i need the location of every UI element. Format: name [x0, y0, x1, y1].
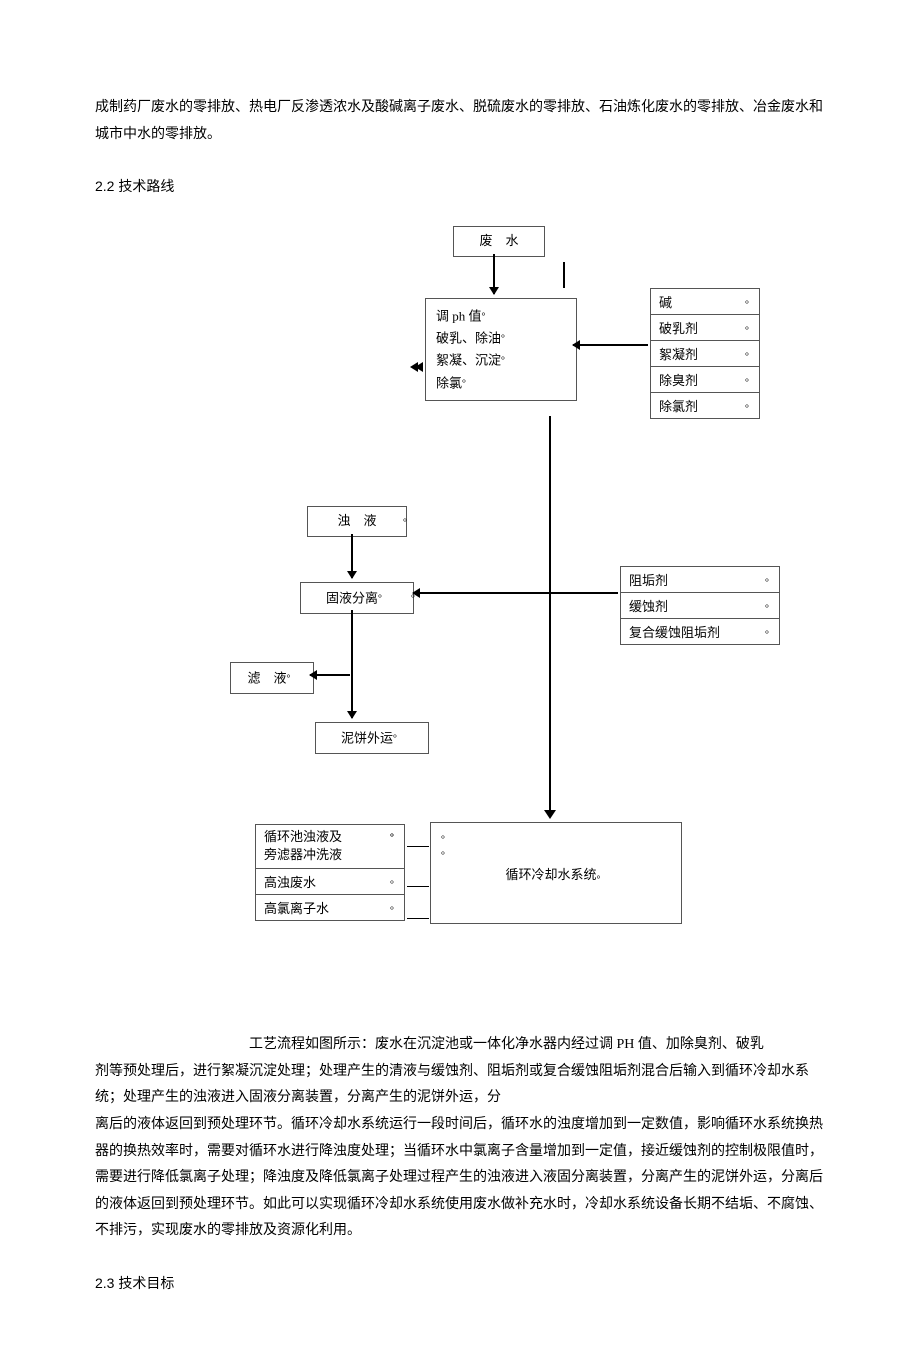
inh-row-3: 复合缓蚀阻垢剂。	[620, 619, 780, 645]
node-filtrate-label: 滤 液	[247, 671, 286, 686]
inh-row-1: 阻垢剂。	[620, 566, 780, 593]
feed-row-2: 高浊废水。	[255, 869, 405, 895]
desc-paragraph: 工艺流程如图所示：废水在沉淀池或一体化净水器内经过调 PH 值、加除臭剂、破乳 …	[95, 1032, 825, 1112]
node-solidliq-label: 固液分离	[326, 591, 378, 606]
node-inhibitors: 阻垢剂。 缓蚀剂。 复合缓蚀阻垢剂。	[620, 566, 780, 645]
node-cake: 泥饼外运。	[315, 722, 429, 754]
node-turbid: 浊 液	[307, 506, 407, 537]
node-wastewater: 废 水	[453, 226, 545, 257]
line-feed1	[407, 846, 429, 847]
chem-row-5: 除氯剂。	[650, 393, 760, 419]
line-feed2	[407, 886, 429, 887]
feed-row-1: 循环池浊液及。 旁滤器冲洗液。	[255, 824, 405, 868]
sup-c2: 。	[441, 842, 451, 857]
arrow-to-filtrate	[310, 674, 350, 676]
section-2-3-heading: 2.3 技术目标	[95, 1273, 825, 1293]
chem-row-2: 破乳剂。	[650, 315, 760, 341]
node-wastewater-label: 废 水	[479, 233, 518, 248]
chem-row-1: 碱。	[650, 288, 760, 315]
arrow-chem-to-pretreat	[573, 344, 648, 346]
chem-row-4: 除臭剂。	[650, 367, 760, 393]
pretreat-line1: 调 ph 值。	[436, 305, 566, 327]
node-solidliq: 固液分离。	[300, 582, 414, 614]
node-cooling-label: 循环冷却水系统	[505, 864, 596, 883]
tick-mark	[563, 262, 565, 288]
node-filtrate: 滤 液。	[230, 662, 314, 694]
node-cooling: 循环冷却水系统 。	[430, 822, 682, 924]
process-flow-diagram: 废 水 调 ph 值。 破乳、除油。 絮凝、沉淀。 除氯。 碱。 破乳剂。 絮凝…	[95, 226, 825, 1026]
node-turbid-label: 浊 液	[337, 513, 376, 528]
arrow-inh-left	[413, 592, 618, 594]
arrow-head-to-cooling	[544, 810, 556, 819]
node-chemicals: 碱。 破乳剂。 絮凝剂。 除臭剂。 除氯剂。	[650, 288, 760, 419]
pretreat-line4: 除氯。	[436, 372, 566, 394]
arrow-turbid-down	[351, 534, 353, 578]
line-right-vertical	[549, 416, 551, 816]
chem-row-3: 絮凝剂。	[650, 341, 760, 367]
sup-a: 。	[403, 509, 413, 524]
inh-row-2: 缓蚀剂。	[620, 593, 780, 619]
sup-c1: 。	[441, 826, 451, 841]
pretreat-line3: 絮凝、沉淀。	[436, 349, 566, 371]
section-2-2-heading: 2.2 技术路线	[95, 176, 825, 196]
arrow-solidliq-down	[351, 610, 353, 718]
line-feed3	[407, 918, 429, 919]
intro-paragraph: 成制药厂废水的零排放、热电厂反渗透浓水及酸碱离子废水、脱硫废水的零排放、石油炼化…	[95, 95, 825, 148]
node-feeds: 循环池浊液及。 旁滤器冲洗液。 高浊废水。 高氯离子水。	[255, 824, 405, 920]
node-pretreat: 调 ph 值。 破乳、除油。 絮凝、沉淀。 除氯。	[425, 298, 577, 401]
desc-paragraph-2: 离后的液体返回到预处理环节。循环冷却水系统运行一段时间后，循环水的浊度增加到一定…	[95, 1112, 825, 1245]
node-cake-label: 泥饼外运	[341, 731, 393, 746]
feed-row-3: 高氯离子水。	[255, 895, 405, 921]
arrow-head-into-pretreat	[415, 362, 423, 372]
pretreat-line2: 破乳、除油。	[436, 327, 566, 349]
arrow-wastewater-down	[493, 254, 495, 294]
